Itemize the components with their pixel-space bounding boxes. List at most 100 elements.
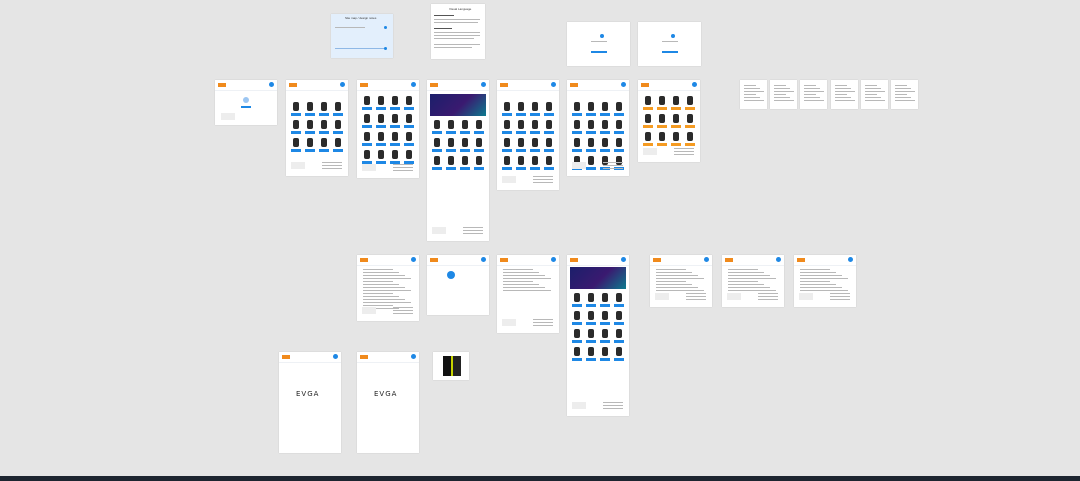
product-card[interactable] (530, 120, 540, 134)
product-card[interactable] (362, 96, 372, 110)
product-card[interactable] (502, 138, 512, 152)
product-card[interactable] (657, 114, 667, 128)
product-card[interactable] (460, 138, 470, 152)
product-card[interactable] (586, 120, 596, 134)
product-card[interactable] (305, 102, 315, 116)
frame-pc-builds[interactable] (497, 80, 559, 190)
product-card[interactable] (291, 102, 301, 116)
product-card[interactable] (643, 114, 653, 128)
product-card[interactable] (572, 120, 582, 134)
product-card[interactable] (516, 102, 526, 116)
product-card[interactable] (390, 96, 400, 110)
frame-home[interactable] (427, 80, 489, 241)
product-card[interactable] (614, 102, 624, 116)
product-card[interactable] (614, 138, 624, 152)
frame-small-3[interactable] (800, 80, 827, 109)
product-card[interactable] (305, 120, 315, 134)
product-card[interactable] (319, 120, 329, 134)
product-card[interactable] (474, 156, 484, 170)
product-card[interactable] (446, 156, 456, 170)
frame-home-2[interactable] (567, 255, 629, 416)
product-card[interactable] (643, 96, 653, 110)
product-card[interactable] (474, 120, 484, 134)
product-card[interactable] (390, 150, 400, 164)
product-card[interactable] (614, 311, 624, 325)
product-card[interactable] (474, 138, 484, 152)
frame-list-2[interactable] (722, 255, 784, 307)
frame-login-2[interactable] (638, 22, 701, 66)
frame-article[interactable] (357, 255, 419, 321)
product-card[interactable] (333, 138, 343, 152)
product-card[interactable] (460, 120, 470, 134)
product-card[interactable] (544, 156, 554, 170)
product-card[interactable] (333, 102, 343, 116)
product-card[interactable] (502, 156, 512, 170)
product-card[interactable] (432, 138, 442, 152)
frame-evga-2[interactable]: EVGA (357, 352, 419, 453)
product-card[interactable] (404, 96, 414, 110)
product-card[interactable] (671, 96, 681, 110)
product-card[interactable] (516, 120, 526, 134)
product-card[interactable] (530, 138, 540, 152)
frame-small-5[interactable] (861, 80, 888, 109)
product-card[interactable] (572, 311, 582, 325)
product-card[interactable] (586, 311, 596, 325)
product-card[interactable] (404, 150, 414, 164)
product-card[interactable] (600, 347, 610, 361)
product-card[interactable] (586, 102, 596, 116)
product-card[interactable] (516, 156, 526, 170)
frame-account[interactable] (215, 80, 277, 125)
frame-laptops[interactable] (286, 80, 348, 176)
frame-gpu-thumb[interactable] (433, 352, 469, 380)
frame-mixed[interactable] (567, 80, 629, 176)
product-card[interactable] (600, 329, 610, 343)
product-card[interactable] (305, 138, 315, 152)
product-card[interactable] (572, 138, 582, 152)
frame-graphics[interactable] (357, 80, 419, 178)
product-card[interactable] (362, 150, 372, 164)
product-card[interactable] (502, 120, 512, 134)
product-card[interactable] (572, 347, 582, 361)
product-card[interactable] (530, 102, 540, 116)
product-card[interactable] (657, 96, 667, 110)
product-card[interactable] (586, 138, 596, 152)
frame-confirm[interactable] (427, 255, 489, 315)
product-card[interactable] (586, 329, 596, 343)
product-card[interactable] (685, 114, 695, 128)
product-card[interactable] (319, 138, 329, 152)
frame-small-2[interactable] (770, 80, 797, 109)
product-card[interactable] (446, 120, 456, 134)
product-card[interactable] (657, 132, 667, 146)
product-card[interactable] (544, 102, 554, 116)
frame-form[interactable] (497, 255, 559, 333)
product-card[interactable] (544, 138, 554, 152)
design-canvas[interactable]: Site map / design notes Visual Language (0, 0, 1080, 476)
product-card[interactable] (376, 96, 386, 110)
product-card[interactable] (376, 114, 386, 128)
hero-banner[interactable] (570, 267, 626, 289)
product-card[interactable] (544, 120, 554, 134)
product-card[interactable] (600, 311, 610, 325)
frame-list-1[interactable] (650, 255, 712, 307)
product-card[interactable] (404, 114, 414, 128)
product-card[interactable] (671, 114, 681, 128)
product-card[interactable] (291, 120, 301, 134)
frame-list-3[interactable] (794, 255, 856, 307)
product-card[interactable] (404, 132, 414, 146)
product-card[interactable] (600, 120, 610, 134)
frame-note-blue[interactable]: Site map / design notes (331, 14, 393, 58)
frame-small-4[interactable] (831, 80, 858, 109)
frame-peripherals[interactable] (638, 80, 700, 162)
product-card[interactable] (376, 150, 386, 164)
product-card[interactable] (685, 132, 695, 146)
product-card[interactable] (614, 347, 624, 361)
product-card[interactable] (600, 138, 610, 152)
product-card[interactable] (572, 329, 582, 343)
product-card[interactable] (319, 102, 329, 116)
frame-small-6[interactable] (891, 80, 918, 109)
product-card[interactable] (362, 132, 372, 146)
product-card[interactable] (600, 293, 610, 307)
product-card[interactable] (362, 114, 372, 128)
frame-doc-visual-language[interactable]: Visual Language (431, 4, 485, 59)
product-card[interactable] (291, 138, 301, 152)
